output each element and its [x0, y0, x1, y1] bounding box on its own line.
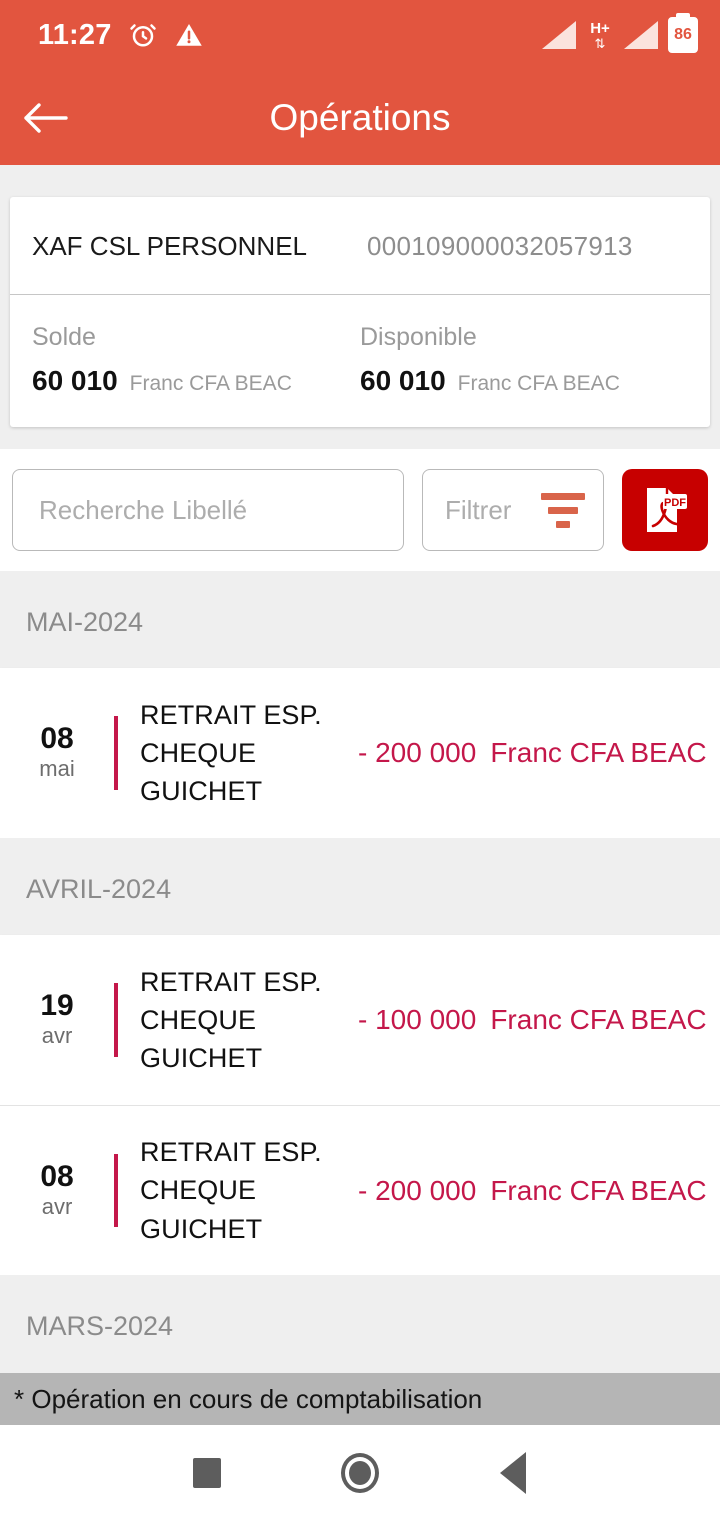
transaction-group: 19 avr RETRAIT ESP. CHEQUE GUICHET - 100 00… [0, 935, 720, 1275]
search-input[interactable] [39, 494, 377, 526]
transaction-group: 08 mai RETRAIT ESP. CHEQUE GUICHET - 200 00… [0, 668, 720, 838]
export-pdf-button[interactable]: PDF [622, 469, 708, 551]
transaction-label: RETRAIT ESP. CHEQUE GUICHET [140, 966, 322, 1074]
transaction-date: 19 avr [18, 989, 96, 1051]
transaction-amount: - 100 000 Franc CFA BEAC [358, 1004, 707, 1036]
arrow-left-icon [24, 102, 68, 133]
network-type-label: H+ [590, 19, 610, 37]
filter-button[interactable]: Filtrer [422, 469, 604, 551]
transaction-amount-currency: Franc CFA BEAC [490, 1174, 707, 1206]
transaction-list[interactable]: MAI-2024 08 mai RETRAIT ESP. CHEQUE GUICHET… [0, 571, 720, 1372]
month-header: MAI-2024 [0, 571, 720, 668]
transaction-day: 08 [40, 1159, 74, 1193]
transaction-label: RETRAIT ESP. CHEQUE GUICHET [140, 1137, 322, 1244]
transaction-date: 08 avr [18, 1160, 96, 1222]
funnel-icon [541, 492, 585, 528]
square-recents-icon [192, 1457, 221, 1488]
balance-block: Solde 60 010 Franc CFA BEAC [32, 323, 360, 397]
transaction-amount: - 200 000 Franc CFA BEAC [358, 1175, 707, 1207]
status-bar-left: 11:27 [38, 19, 204, 52]
pending-operation-note: * Opération en cours de comptabilisation [0, 1373, 720, 1425]
recents-button[interactable] [172, 1438, 242, 1508]
alarm-clock-icon [128, 20, 158, 50]
warning-triangle-icon [174, 20, 204, 50]
transaction-accent-bar [114, 1154, 118, 1227]
transaction-month: avr [41, 1023, 73, 1049]
network-type-indicator: H+ ⇅ [586, 21, 614, 50]
transaction-amount: - 200 000 Franc CFA BEAC [358, 737, 707, 769]
balance-currency: Franc CFA BEAC [129, 372, 292, 395]
month-header: MARS-2024 [0, 1275, 720, 1372]
content-scroll-area[interactable]: XAF CSL PERSONNEL 000109000032057913 Sol… [0, 165, 720, 1425]
month-header: AVRIL-2024 [0, 838, 720, 935]
transaction-amount-currency: Franc CFA BEAC [490, 737, 707, 768]
balance-value-row: 60 010 Franc CFA BEAC [32, 365, 360, 397]
available-currency: Franc CFA BEAC [457, 372, 620, 395]
transaction-amount-value: - 100 000 [358, 1004, 477, 1035]
transaction-day: 19 [40, 989, 74, 1023]
pdf-document-icon: PDF [647, 488, 687, 532]
available-amount: 60 010 [360, 365, 446, 396]
transaction-accent-bar [114, 716, 118, 790]
transaction-day: 08 [40, 722, 74, 756]
page-title: Opérations [269, 96, 451, 138]
system-navigation-bar [0, 1425, 720, 1520]
available-block: Disponible 60 010 Franc CFA BEAC [360, 323, 688, 397]
filter-label: Filtrer [445, 494, 512, 525]
transaction-accent-bar [114, 983, 118, 1057]
transaction-row[interactable]: 19 avr RETRAIT ESP. CHEQUE GUICHET - 100 00… [0, 935, 720, 1105]
balance-label: Solde [32, 323, 96, 351]
transaction-amount-wrapper: - 200 000 Franc CFA BEAC [358, 737, 711, 769]
transaction-amount-wrapper: - 200 000 Franc CFA BEAC [358, 1175, 711, 1207]
back-button[interactable] [0, 70, 90, 165]
account-card[interactable]: XAF CSL PERSONNEL 000109000032057913 Sol… [10, 197, 710, 427]
transaction-amount-value: - 200 000 [358, 1174, 477, 1206]
svg-text:PDF: PDF [664, 497, 686, 509]
transaction-month: mai [39, 756, 75, 782]
account-name: XAF CSL PERSONNEL [32, 231, 308, 261]
battery-icon: 86 [668, 17, 698, 53]
signal-bars-secondary-icon [624, 21, 658, 49]
search-field-wrapper[interactable] [12, 469, 404, 551]
transaction-amount-currency: Franc CFA BEAC [490, 1004, 707, 1035]
transaction-date: 08 mai [18, 722, 96, 784]
triangle-back-icon [500, 1451, 527, 1494]
transaction-row[interactable]: 08 mai RETRAIT ESP. CHEQUE GUICHET - 200 00… [0, 668, 720, 838]
app-root: 11:27 H+ ⇅ 86 Opérations XAF CSL PERSONN… [0, 0, 720, 1520]
data-transfer-arrows-icon: ⇅ [594, 35, 606, 51]
app-bar: Opérations [0, 70, 720, 165]
battery-level-label: 86 [674, 26, 692, 43]
system-back-button[interactable] [478, 1438, 548, 1508]
available-value-row: 60 010 Franc CFA BEAC [360, 365, 688, 397]
account-balances: Solde 60 010 Franc CFA BEAC Disponible 6… [10, 295, 710, 427]
status-clock: 11:27 [38, 18, 112, 51]
available-label: Disponible [360, 323, 477, 351]
transaction-row[interactable]: 08 avr RETRAIT ESP. CHEQUE GUICHET - 200 00… [0, 1105, 720, 1275]
circle-home-icon [340, 1452, 379, 1493]
transaction-month: avr [41, 1193, 73, 1219]
transaction-label: RETRAIT ESP. CHEQUE GUICHET [140, 699, 322, 807]
account-number: 000109000032057913 [367, 231, 633, 261]
status-bar-right: H+ ⇅ 86 [542, 17, 698, 53]
transaction-amount-wrapper: - 100 000 Franc CFA BEAC [358, 1004, 711, 1036]
transaction-amount-value: - 200 000 [358, 737, 477, 768]
balance-amount: 60 010 [32, 365, 118, 396]
home-button[interactable] [325, 1438, 395, 1508]
status-bar: 11:27 H+ ⇅ 86 [0, 0, 720, 70]
account-header: XAF CSL PERSONNEL 000109000032057913 [10, 197, 710, 295]
signal-bars-icon [542, 21, 576, 49]
search-filter-toolbar: Filtrer PDF [0, 449, 720, 571]
